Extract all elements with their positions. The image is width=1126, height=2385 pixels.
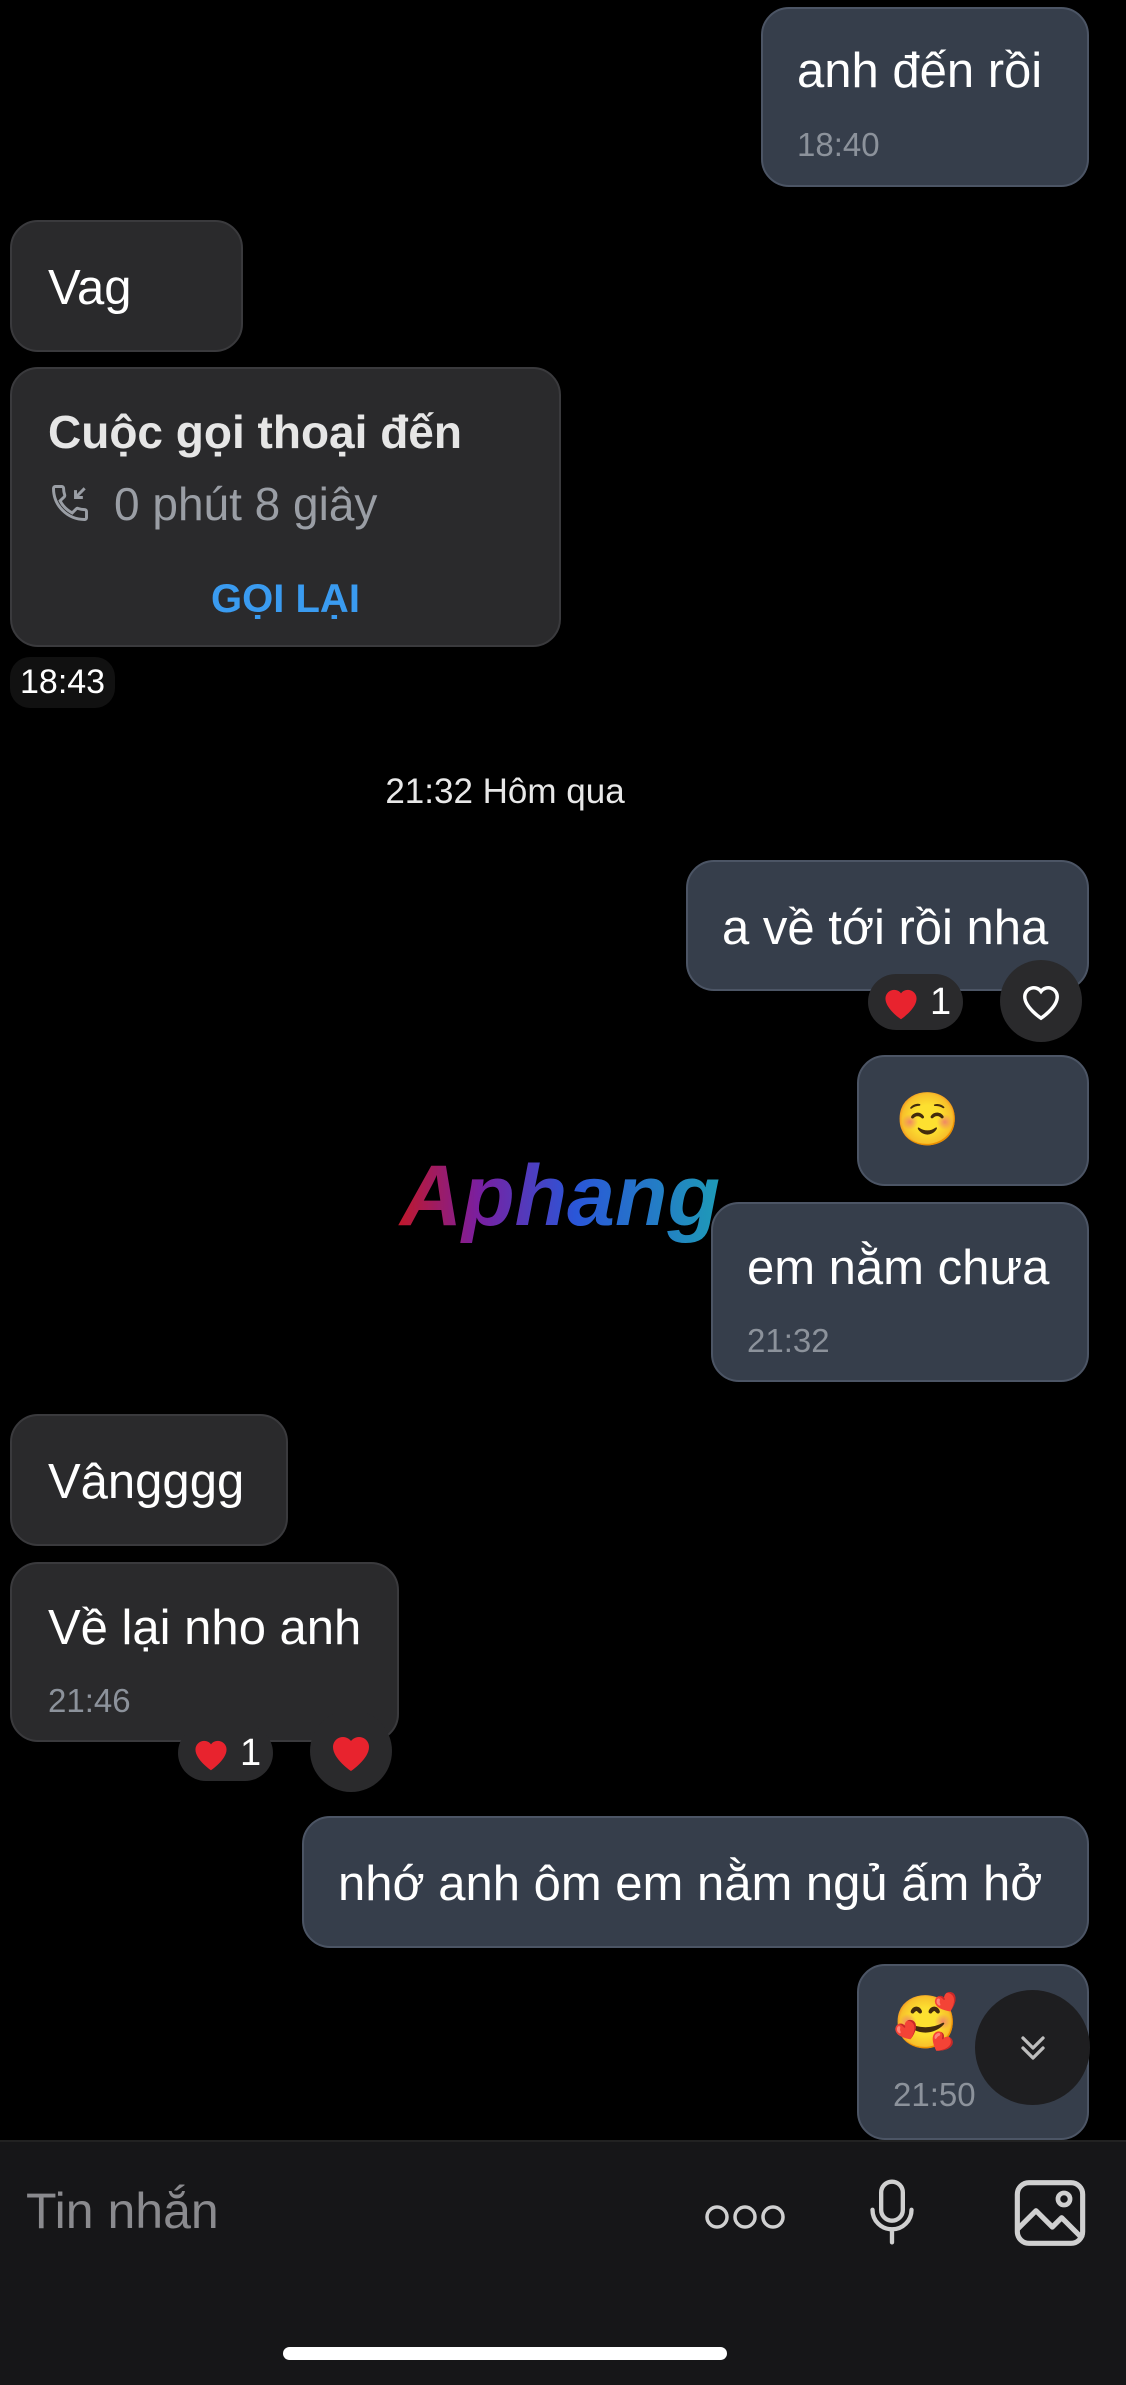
- heart-filled-icon: [885, 989, 917, 1020]
- gallery-button[interactable]: [1010, 2176, 1090, 2250]
- reaction-count: 1: [240, 1731, 262, 1774]
- message-time: 18:40: [797, 126, 880, 163]
- watermark-text: Aphang: [398, 1148, 720, 1244]
- message-text: Vângggg: [48, 1455, 245, 1509]
- message-text: nhớ anh ôm em nằm ngủ ấm hở: [338, 1857, 1043, 1911]
- date-separator: 21:32 Hôm qua: [385, 772, 625, 811]
- phone-incoming-icon: [48, 481, 92, 525]
- message-time: 21:32: [747, 1322, 830, 1359]
- heart-filled-icon: [195, 1740, 227, 1771]
- message-bubble-outgoing[interactable]: nhớ anh ôm em nằm ngủ ấm hở: [302, 1816, 1089, 1948]
- message-text: a về tới rồi nha: [722, 901, 1049, 955]
- message-emoji: 🥰: [893, 1993, 958, 2053]
- message-emoji: ☺️: [895, 1090, 960, 1150]
- message-time: 21:46: [48, 1682, 131, 1719]
- microphone-icon: [870, 2179, 914, 2245]
- call-title: Cuộc gọi thoại đến: [48, 406, 462, 458]
- heart-outline-icon: [1023, 986, 1059, 1021]
- message-bubble-outgoing[interactable]: em nằm chưa 21:32: [711, 1202, 1089, 1382]
- message-bubble-outgoing[interactable]: anh đến rồi 18:40: [761, 7, 1089, 187]
- message-bubble-incoming[interactable]: Vag: [10, 220, 243, 352]
- voice-record-button[interactable]: [860, 2172, 924, 2252]
- reaction-summary[interactable]: 1: [178, 1725, 274, 1781]
- message-text: anh đến rồi: [797, 44, 1043, 98]
- reaction-count: 1: [930, 980, 952, 1023]
- message-bubble-outgoing[interactable]: ☺️: [857, 1055, 1089, 1186]
- heart-filled-icon: [333, 1737, 369, 1771]
- message-input[interactable]: Tin nhắn: [26, 2182, 219, 2240]
- react-heart-button[interactable]: [310, 1710, 392, 1792]
- chevron-double-down-icon: [1020, 2035, 1045, 2060]
- reaction-summary[interactable]: 1: [868, 974, 964, 1030]
- home-indicator[interactable]: [283, 2347, 727, 2360]
- message-text: em nằm chưa: [747, 1241, 1050, 1295]
- scroll-to-bottom-button[interactable]: [975, 1990, 1090, 2105]
- image-icon: [1014, 2180, 1086, 2246]
- message-time: 21:50: [893, 2076, 976, 2113]
- call-duration: 0 phút 8 giây: [114, 478, 378, 530]
- more-button[interactable]: [700, 2192, 790, 2242]
- message-bubble-incoming[interactable]: Vângggg: [10, 1414, 288, 1546]
- call-back-button[interactable]: GỌI LẠI: [12, 577, 559, 622]
- composer-bar: Tin nhắn: [0, 2140, 1126, 2385]
- message-text: Về lại nho anh: [48, 1601, 362, 1655]
- call-card: Cuộc gọi thoại đến 0 phút 8 giây GỌI LẠI: [10, 367, 561, 647]
- more-dots-icon: [705, 2205, 785, 2229]
- watermark-logo: Aphang: [398, 1148, 720, 1244]
- message-time: 18:43: [10, 657, 116, 708]
- message-text: Vag: [48, 261, 132, 315]
- react-heart-button[interactable]: [1000, 960, 1082, 1042]
